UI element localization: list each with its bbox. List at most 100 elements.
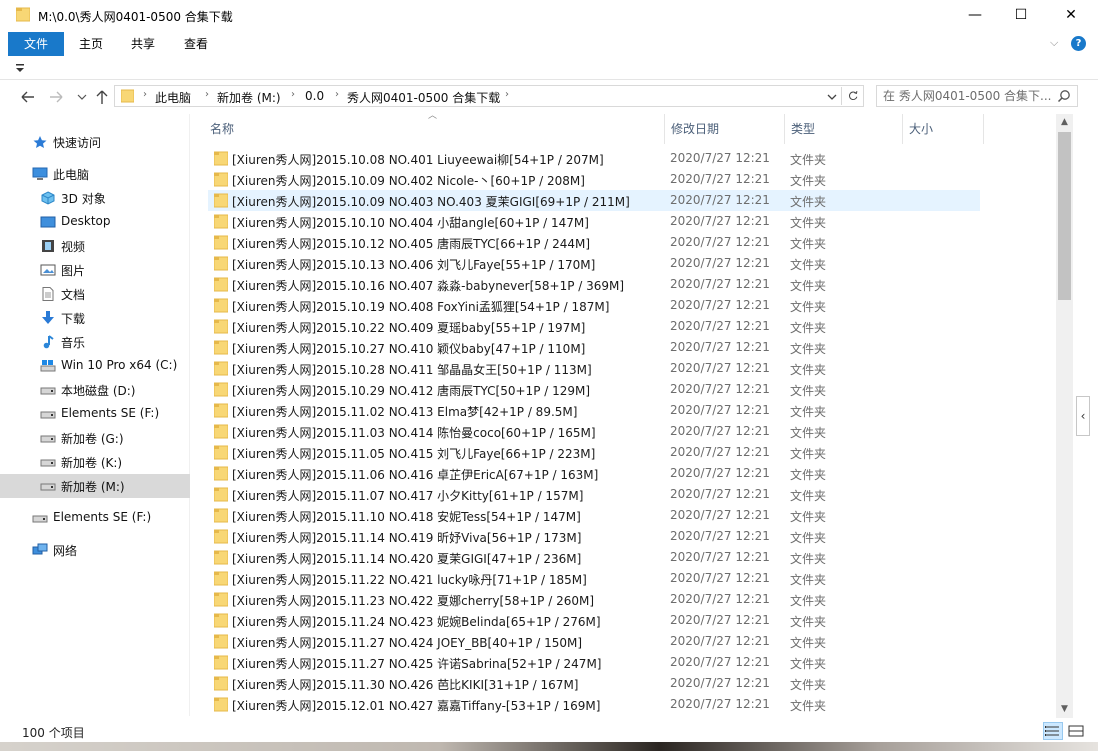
breadcrumb-drive-m[interactable]: 新加卷 (M:) [217, 89, 281, 106]
vertical-scrollbar[interactable]: ▲ ▼ [1056, 114, 1073, 718]
folder-icon [214, 361, 228, 376]
maximize-button[interactable]: ☐ [998, 0, 1044, 30]
close-icon: ✕ [1065, 7, 1077, 23]
table-row[interactable]: [Xiuren秀人网]2015.10.27 NO.410 颖仪baby[47+1… [208, 337, 980, 358]
network-icon [32, 543, 48, 555]
help-icon[interactable]: ? [1071, 36, 1086, 51]
table-row[interactable]: [Xiuren秀人网]2015.11.27 NO.424 JOEY_BB[40+… [208, 631, 980, 652]
table-row[interactable]: [Xiuren秀人网]2015.11.14 NO.419 昕妤Viva[56+1… [208, 526, 980, 547]
back-button[interactable] [18, 88, 38, 106]
table-row[interactable]: [Xiuren秀人网]2015.10.08 NO.401 Liuyeewai柳[… [208, 148, 980, 169]
file-name: [Xiuren秀人网]2015.10.08 NO.401 Liuyeewai柳[… [232, 153, 604, 167]
sidebar-item-elements-se[interactable]: Elements SE (F:) [0, 506, 190, 530]
table-row[interactable]: [Xiuren秀人网]2015.11.14 NO.420 夏茉GIGI[47+1… [208, 547, 980, 568]
table-row[interactable]: [Xiuren秀人网]2015.10.19 NO.408 FoxYini孟狐狸[… [208, 295, 980, 316]
address-bar[interactable]: › 此电脑 › 新加卷 (M:) › 0.0 › 秀人网0401-0500 合集… [114, 85, 864, 107]
file-type: 文件夹 [790, 657, 827, 671]
column-header-name[interactable]: 名称 [210, 114, 664, 144]
table-row[interactable]: [Xiuren秀人网]2015.11.06 NO.416 卓芷伊EricA[67… [208, 463, 980, 484]
minimize-button[interactable]: — [952, 0, 998, 30]
table-row[interactable]: [Xiuren秀人网]2015.10.13 NO.406 刘飞儿Faye[55+… [208, 253, 980, 274]
table-row[interactable]: [Xiuren秀人网]2015.10.16 NO.407 淼淼-babyneve… [208, 274, 980, 295]
close-button[interactable]: ✕ [1044, 0, 1098, 30]
table-row[interactable]: [Xiuren秀人网]2015.12.01 NO.427 嘉嘉Tiffany-[… [208, 694, 980, 715]
sidebar-item-drive-d[interactable]: 本地磁盘 (D:) [0, 378, 190, 402]
picture-icon [40, 264, 56, 276]
file-name: [Xiuren秀人网]2015.10.09 NO.403 NO.403 夏茉GI… [232, 195, 630, 209]
file-name: [Xiuren秀人网]2015.10.13 NO.406 刘飞儿Faye[55+… [232, 258, 596, 272]
up-button[interactable] [92, 88, 112, 106]
table-row[interactable]: [Xiuren秀人网]2015.10.12 NO.405 唐雨辰TYC[66+1… [208, 232, 980, 253]
chevron-right-icon: › [335, 89, 339, 100]
search-icon[interactable] [1057, 89, 1071, 103]
customize-toolbar-icon[interactable] [16, 64, 24, 74]
tab-view[interactable]: 查看 [174, 32, 218, 56]
address-dropdown-icon[interactable] [827, 90, 837, 104]
sidebar-item-downloads[interactable]: 下载 [0, 306, 190, 330]
scroll-up-icon[interactable]: ▲ [1056, 114, 1073, 131]
table-row[interactable]: [Xiuren秀人网]2015.11.23 NO.422 夏娜cherry[58… [208, 589, 980, 610]
sidebar-item-drive-m[interactable]: 新加卷 (M:) [0, 474, 190, 498]
sidebar-item-drive-f[interactable]: Elements SE (F:) [0, 402, 190, 426]
table-row[interactable]: [Xiuren秀人网]2015.11.10 NO.418 安妮Tess[54+1… [208, 505, 980, 526]
table-row[interactable]: [Xiuren秀人网]2015.11.02 NO.413 Elma梦[42+1P… [208, 400, 980, 421]
breadcrumb-current-folder[interactable]: 秀人网0401-0500 合集下载 [347, 89, 500, 106]
table-row[interactable]: [Xiuren秀人网]2015.10.22 NO.409 夏瑶baby[55+1… [208, 316, 980, 337]
file-name: [Xiuren秀人网]2015.11.27 NO.425 许诺Sabrina[5… [232, 657, 602, 671]
details-view-button[interactable] [1043, 722, 1063, 740]
folder-icon [214, 256, 228, 271]
table-row[interactable]: [Xiuren秀人网]2015.11.30 NO.426 芭比KIKI[31+1… [208, 673, 980, 694]
sidebar-item-drive-k[interactable]: 新加卷 (K:) [0, 450, 190, 474]
search-box[interactable] [876, 85, 1078, 107]
table-row[interactable]: [Xiuren秀人网]2015.11.05 NO.415 刘飞儿Faye[66+… [208, 442, 980, 463]
column-header-date[interactable]: 修改日期 [664, 114, 784, 144]
tab-share[interactable]: 共享 [122, 32, 164, 56]
table-row[interactable]: [Xiuren秀人网]2015.11.24 NO.423 妮婉Belinda[6… [208, 610, 980, 631]
sidebar-item-quick-access[interactable]: 快速访问 [0, 130, 190, 154]
table-row[interactable]: [Xiuren秀人网]2015.10.09 NO.403 NO.403 夏茉GI… [208, 190, 980, 211]
table-row[interactable]: [Xiuren秀人网]2015.10.28 NO.411 邹晶晶女王[50+1P… [208, 358, 980, 379]
column-header-type[interactable]: 类型 [784, 114, 902, 144]
folder-icon [214, 487, 228, 502]
search-input[interactable] [883, 88, 1053, 104]
chevron-left-icon[interactable]: ‹ [1076, 396, 1090, 436]
refresh-icon[interactable] [841, 87, 861, 105]
ribbon-expand-icon[interactable]: ⌵ [1050, 36, 1058, 50]
table-row[interactable]: [Xiuren秀人网]2015.10.10 NO.404 小甜angle[60+… [208, 211, 980, 232]
file-type: 文件夹 [790, 321, 827, 335]
recent-locations-button[interactable] [72, 88, 92, 106]
sidebar-item-network[interactable]: 网络 [0, 538, 190, 562]
table-row[interactable]: [Xiuren秀人网]2015.11.03 NO.414 陈怡曼coco[60+… [208, 421, 980, 442]
sidebar-item-documents[interactable]: 文档 [0, 282, 190, 306]
large-icons-view-button[interactable] [1066, 722, 1086, 740]
table-row[interactable]: [Xiuren秀人网]2015.11.27 NO.425 许诺Sabrina[5… [208, 652, 980, 673]
tab-home[interactable]: 主页 [70, 32, 112, 56]
sidebar-item-this-pc[interactable]: 此电脑 [0, 162, 190, 186]
table-row[interactable]: [Xiuren秀人网]2015.10.09 NO.402 Nicole-丶[60… [208, 169, 980, 190]
file-date: 2020/7/27 12:21 [670, 697, 770, 711]
scroll-thumb[interactable] [1058, 132, 1071, 300]
forward-button[interactable] [46, 88, 66, 106]
sidebar-item-drive-c[interactable]: Win 10 Pro x64 (C:) [0, 354, 190, 378]
drive-icon [32, 515, 48, 523]
sidebar-item-label: 3D 对象 [61, 192, 106, 206]
folder-icon [214, 424, 228, 439]
scroll-down-icon[interactable]: ▼ [1056, 701, 1073, 718]
sidebar-item-videos[interactable]: 视频 [0, 234, 190, 258]
details-view-icon [1045, 726, 1059, 736]
tab-file[interactable]: 文件 [8, 32, 64, 56]
table-row[interactable]: [Xiuren秀人网]2015.10.29 NO.412 唐雨辰TYC[50+1… [208, 379, 980, 400]
breadcrumb-0-0[interactable]: 0.0 [305, 89, 324, 103]
sidebar-item-3d-objects[interactable]: 3D 对象 [0, 186, 190, 210]
file-name: [Xiuren秀人网]2015.10.28 NO.411 邹晶晶女王[50+1P… [232, 363, 592, 377]
sidebar-item-desktop[interactable]: Desktop [0, 210, 190, 234]
table-row[interactable]: [Xiuren秀人网]2015.11.07 NO.417 小夕Kitty[61+… [208, 484, 980, 505]
file-list: [Xiuren秀人网]2015.10.08 NO.401 Liuyeewai柳[… [208, 148, 1054, 716]
table-row[interactable]: [Xiuren秀人网]2015.11.22 NO.421 lucky咏丹[71+… [208, 568, 980, 589]
sidebar-item-pictures[interactable]: 图片 [0, 258, 190, 282]
sidebar-item-music[interactable]: 音乐 [0, 330, 190, 354]
sidebar-item-drive-g[interactable]: 新加卷 (G:) [0, 426, 190, 450]
column-header-size[interactable]: 大小 [902, 114, 984, 144]
breadcrumb-this-pc[interactable]: 此电脑 [155, 89, 191, 106]
status-bar: 100 个项目 [0, 718, 1098, 742]
